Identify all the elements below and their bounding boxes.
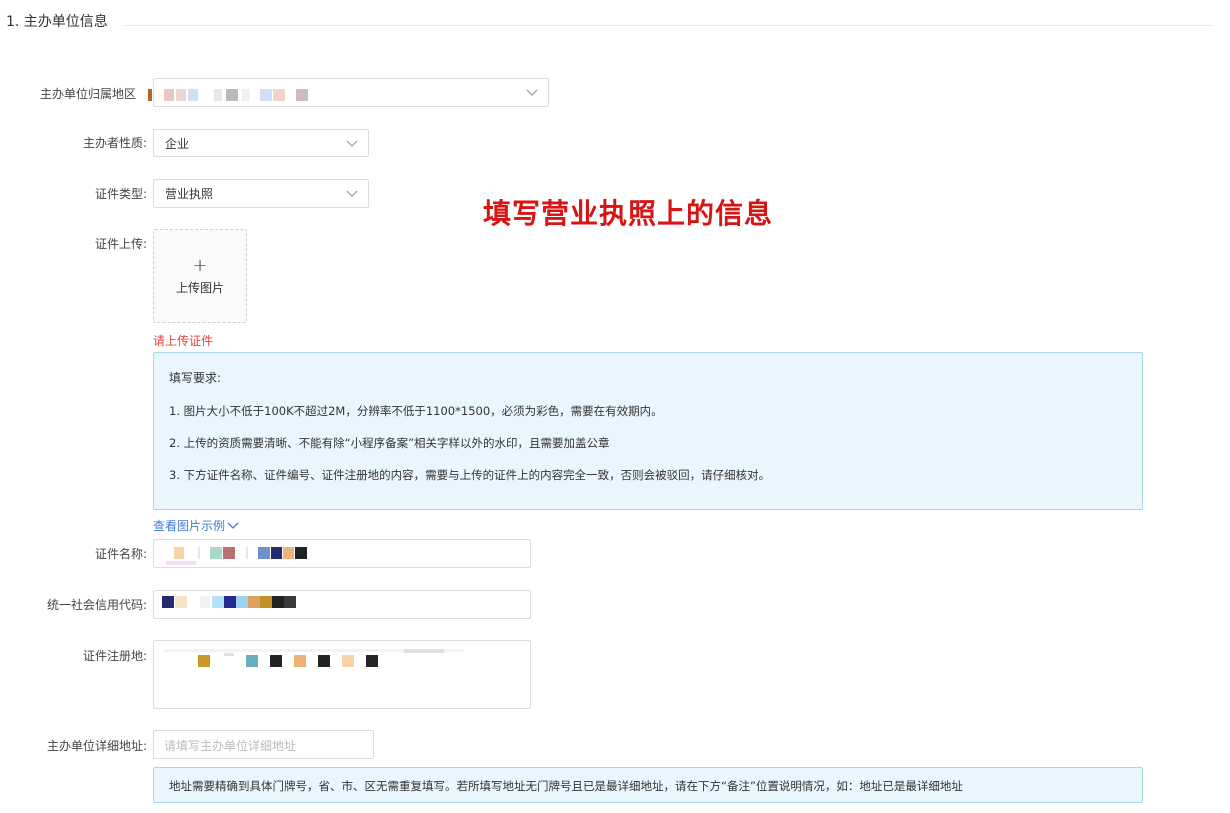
detail-address-placeholder: 请填写主办单位详细地址 — [164, 739, 297, 753]
nature-value: 企业 — [165, 137, 190, 151]
view-example-label: 查看图片示例 — [153, 519, 226, 533]
cert-type-value: 营业执照 — [165, 187, 214, 201]
chevron-down-icon — [346, 188, 358, 198]
section-divider — [124, 25, 1214, 26]
cert-name-label: 证件名称: — [94, 547, 147, 561]
requirement-line: 3. 下方证件名称、证件编号、证件注册地的内容，需要与上传的证件上的内容完全一致… — [169, 468, 771, 482]
address-notice-text: 地址需要精确到具体门牌号，省、市、区无需重复填写。若所填写地址无门牌号且已是最详… — [169, 779, 963, 793]
chevron-down-icon — [526, 87, 538, 97]
requirement-line: 2. 上传的资质需要清晰、不能有除“小程序备案”相关字样以外的水印，且需要加盖公… — [169, 436, 610, 450]
reg-address-redacted-value — [164, 649, 474, 667]
requirements-title: 填写要求: — [169, 371, 222, 385]
credit-code-label: 统一社会信用代码: — [46, 598, 147, 612]
view-example-link[interactable]: 查看图片示例 — [153, 517, 239, 534]
region-select[interactable] — [148, 78, 549, 107]
cert-name-redacted-value — [162, 547, 322, 565]
cert-name-input[interactable] — [153, 539, 531, 568]
address-notice: 地址需要精确到具体门牌号，省、市、区无需重复填写。若所填写地址无门牌号且已是最详… — [153, 767, 1143, 803]
upload-image-button[interactable]: + 上传图片 — [153, 229, 247, 323]
requirement-line: 1. 图片大小不低于100K不超过2M，分辨率不低于1100*1500，必须为彩… — [169, 404, 663, 418]
nature-select[interactable]: 企业 — [153, 129, 369, 157]
annotation-text: 填写营业执照上的信息 — [483, 197, 774, 230]
upload-image-label: 上传图片 — [175, 281, 224, 295]
reg-address-label: 证件注册地: — [82, 649, 147, 663]
chevron-down-icon — [227, 519, 239, 533]
region-label: 主办单位归属地区 — [40, 87, 137, 101]
detail-address-label: 主办单位详细地址: — [46, 739, 147, 753]
region-redacted-value — [148, 89, 318, 101]
chevron-down-icon — [346, 138, 358, 148]
plus-icon: + — [192, 255, 208, 276]
nature-label: 主办者性质: — [82, 136, 147, 150]
reg-address-textarea[interactable] — [153, 640, 531, 709]
cert-upload-label: 证件上传: — [94, 237, 147, 251]
upload-error-message: 请上传证件 — [153, 334, 214, 348]
cert-type-select[interactable]: 营业执照 — [153, 179, 369, 208]
credit-code-redacted-value — [162, 596, 322, 608]
requirements-notice: 填写要求: 1. 图片大小不低于100K不超过2M，分辨率不低于1100*150… — [153, 352, 1143, 510]
cert-type-label: 证件类型: — [94, 187, 147, 201]
detail-address-input[interactable]: 请填写主办单位详细地址 — [153, 730, 374, 759]
section-title: 1. 主办单位信息 — [6, 12, 116, 32]
credit-code-input[interactable] — [153, 590, 531, 619]
section-header: 1. 主办单位信息 — [6, 12, 1214, 34]
